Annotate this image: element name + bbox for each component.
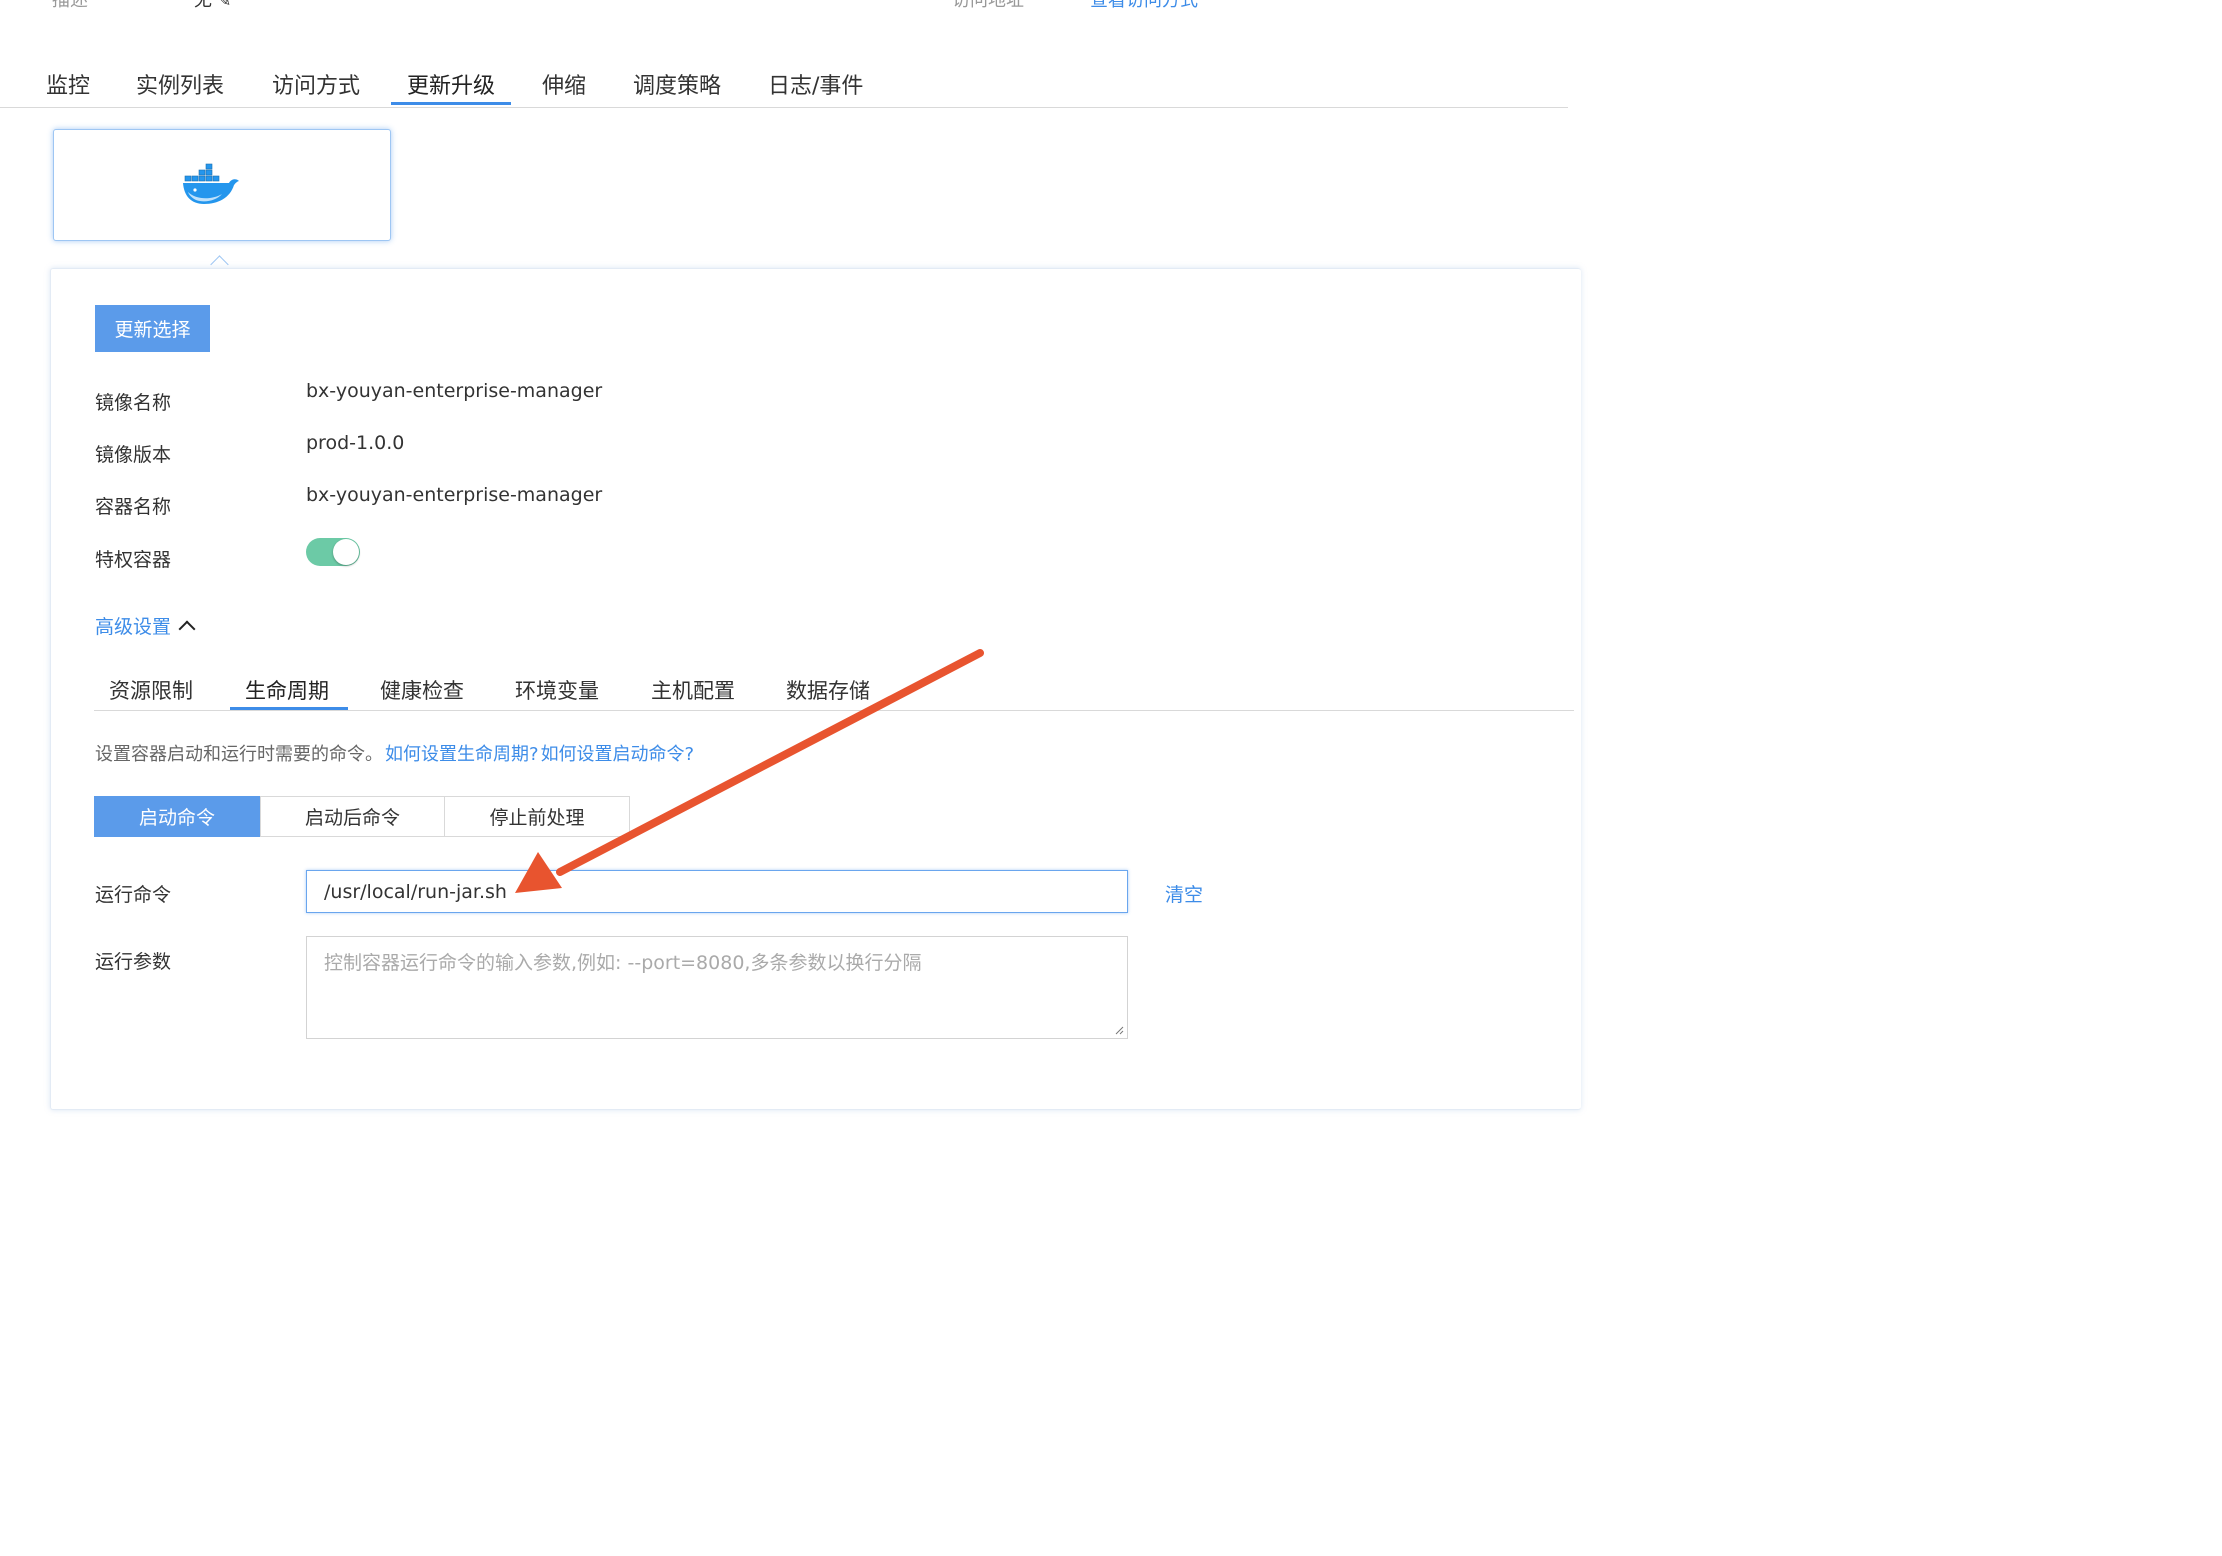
tab-scaling[interactable]: 伸缩 [542, 68, 586, 100]
tab-resource-limits[interactable]: 资源限制 [109, 675, 193, 705]
active-tab-indicator [391, 102, 511, 105]
clear-button[interactable]: 清空 [1165, 880, 1203, 907]
tab-update[interactable]: 更新升级 [407, 68, 495, 100]
run-command-value: /usr/local/run-jar.sh [324, 880, 507, 903]
image-name-label: 镜像名称 [95, 392, 172, 414]
chevron-up-icon [178, 620, 196, 638]
description-text: 无 [194, 0, 212, 11]
tab-logs-events[interactable]: 日志/事件 [768, 68, 863, 100]
segment-post-start-command[interactable]: 启动后命令 [260, 796, 445, 837]
access-address-label: 访问地址 [952, 0, 1024, 11]
segment-startup-command[interactable]: 启动命令 [94, 796, 260, 837]
advanced-tabs: 资源限制 生命周期 健康检查 环境变量 主机配置 数据存储 [94, 668, 1574, 711]
advanced-settings-toggle[interactable]: 高级设置 [95, 612, 196, 639]
container-name-value: bx-youyan-enterprise-manager [306, 484, 603, 506]
toggle-knob [333, 539, 359, 565]
tab-data-storage[interactable]: 数据存储 [786, 675, 870, 705]
resize-grip-icon[interactable] [1114, 1025, 1124, 1035]
description-label: 描述 [52, 0, 88, 11]
docker-icon [183, 163, 239, 204]
tab-monitor[interactable]: 监控 [46, 68, 90, 100]
run-args-label: 运行参数 [95, 951, 172, 973]
lifecycle-help-link[interactable]: 如何设置生命周期? [385, 744, 539, 765]
advanced-settings-label: 高级设置 [95, 616, 172, 638]
image-card[interactable] [53, 129, 391, 241]
update-selection-button[interactable]: 更新选择 [95, 305, 210, 352]
run-command-input[interactable]: /usr/local/run-jar.sh [306, 870, 1128, 913]
tab-host-config[interactable]: 主机配置 [651, 675, 735, 705]
privileged-container-label: 特权容器 [95, 549, 172, 571]
tab-scheduling[interactable]: 调度策略 [633, 68, 721, 100]
lifecycle-hint: 设置容器启动和运行时需要的命令。 如何设置生命周期? 如何设置启动命令? [95, 740, 694, 766]
run-command-label: 运行命令 [95, 884, 172, 906]
run-args-textarea[interactable]: 控制容器运行命令的输入参数,例如: --port=8080,多条参数以换行分隔 [306, 936, 1128, 1039]
privileged-toggle[interactable] [306, 538, 360, 566]
image-name-value: bx-youyan-enterprise-manager [306, 380, 603, 402]
segment-pre-stop[interactable]: 停止前处理 [444, 796, 630, 837]
view-access-link[interactable]: 查看访问方式 [1090, 0, 1198, 12]
active-subtab-indicator [230, 707, 348, 710]
tab-env-vars[interactable]: 环境变量 [515, 675, 599, 705]
image-version-value: prod-1.0.0 [306, 432, 405, 454]
description-value: 无 ✎ [194, 0, 231, 12]
tab-access[interactable]: 访问方式 [272, 68, 360, 100]
tab-health-check[interactable]: 健康检查 [380, 675, 464, 705]
startup-command-help-link[interactable]: 如何设置启动命令? [541, 744, 695, 765]
image-version-label: 镜像版本 [95, 444, 172, 466]
run-args-placeholder: 控制容器运行命令的输入参数,例如: --port=8080,多条参数以换行分隔 [324, 952, 922, 974]
tab-instances[interactable]: 实例列表 [136, 68, 224, 100]
hint-text: 设置容器启动和运行时需要的命令。 [95, 744, 383, 765]
main-tabs: 监控 实例列表 访问方式 更新升级 伸缩 调度策略 日志/事件 [0, 60, 1568, 108]
tab-lifecycle[interactable]: 生命周期 [245, 675, 329, 705]
container-name-label: 容器名称 [95, 496, 172, 518]
edit-icon[interactable]: ✎ [218, 0, 231, 10]
